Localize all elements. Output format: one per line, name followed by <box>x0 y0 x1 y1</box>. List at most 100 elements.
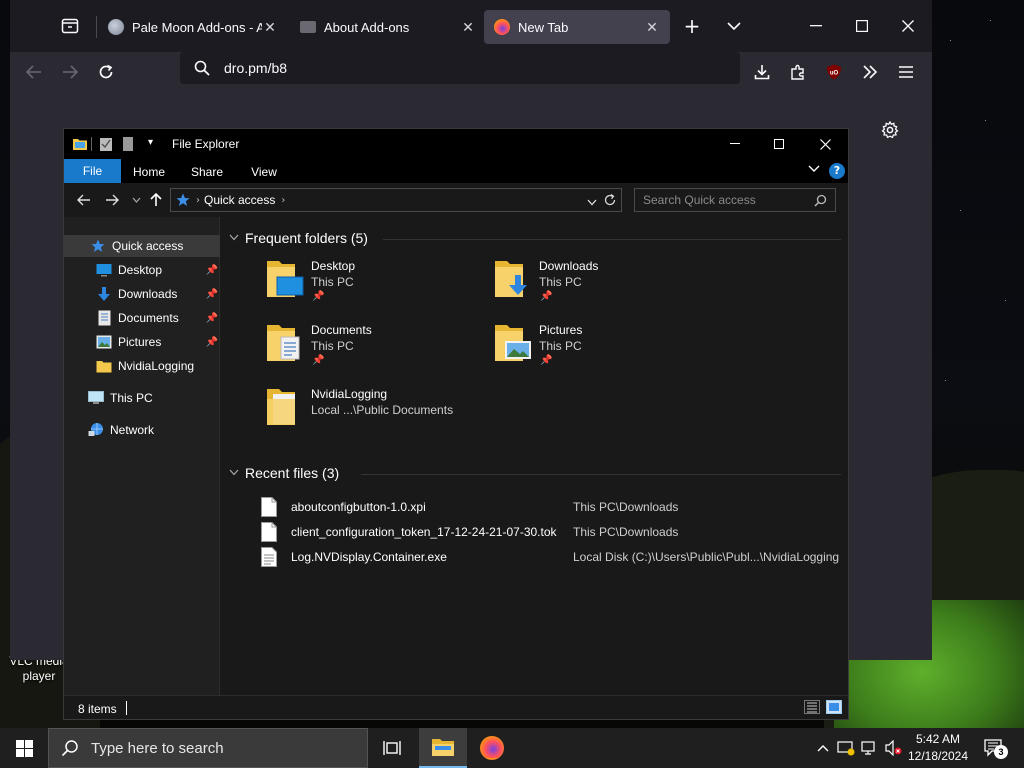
tab-new-tab[interactable]: New Tab ✕ <box>484 10 670 44</box>
taskbar-firefox[interactable] <box>468 728 516 768</box>
start-button[interactable] <box>0 728 48 768</box>
close-button[interactable] <box>802 129 848 159</box>
more-tools-button[interactable] <box>854 56 886 88</box>
nav-item-desktop[interactable]: Desktop 📌 <box>64 259 220 281</box>
extensions-button[interactable] <box>782 56 814 88</box>
maximize-button[interactable] <box>756 129 802 159</box>
new-folder-icon[interactable] <box>120 136 136 152</box>
ribbon-tab-file[interactable]: File <box>64 159 121 183</box>
search-icon <box>814 194 827 207</box>
reload-button[interactable] <box>90 56 122 88</box>
item-count: 8 items <box>78 702 117 716</box>
help-button[interactable]: ? <box>829 163 845 179</box>
ribbon-tab-home[interactable]: Home <box>126 161 172 183</box>
properties-icon[interactable] <box>98 136 114 152</box>
nav-item-documents[interactable]: Documents 📌 <box>64 307 220 329</box>
nav-item-this-pc[interactable]: This PC <box>64 387 220 409</box>
search-box[interactable]: Search Quick access <box>634 188 836 212</box>
close-tab-button[interactable]: ✕ <box>460 19 476 36</box>
pin-icon[interactable]: 📌 <box>206 289 218 300</box>
firefox-view-button[interactable] <box>58 16 82 36</box>
back-button[interactable] <box>18 56 50 88</box>
expand-ribbon-button[interactable] <box>808 163 820 176</box>
back-button[interactable] <box>74 191 94 209</box>
url-bar[interactable]: dro.pm/b8 <box>180 52 740 84</box>
taskbar-search-box[interactable]: Type here to search <box>48 728 368 768</box>
desktop-icon <box>96 262 112 278</box>
details-view-button[interactable] <box>804 700 820 714</box>
tab-about-addons[interactable]: About Add-ons ✕ <box>290 10 486 44</box>
clock-time: 5:42 AM <box>915 732 961 746</box>
downloads-folder-icon <box>495 261 527 297</box>
forward-button[interactable] <box>54 56 86 88</box>
address-bar[interactable]: › Quick access › <box>170 188 622 212</box>
file-explorer-icon <box>432 739 454 756</box>
tray-network-button[interactable] <box>860 738 880 758</box>
frequent-folder-pictures[interactable]: Pictures This PC 📌 <box>493 321 713 377</box>
details-view-icon <box>807 702 817 713</box>
frequent-folder-nvidialogging[interactable]: NvidiaLogging Local ...\Public Documents <box>265 385 485 441</box>
close-tab-button[interactable]: ✕ <box>262 19 278 36</box>
taskbar-clock[interactable]: 5:42 AM 12/18/2024 <box>900 731 976 765</box>
task-view-button[interactable] <box>368 728 416 768</box>
taskbar: Type here to search 5:42 AM 12/18/2024 3 <box>0 728 1024 768</box>
recent-file-row[interactable]: client_configuration_token_17-12-24-21-0… <box>261 520 851 544</box>
plus-icon: + <box>683 14 701 38</box>
close-tab-button[interactable]: ✕ <box>644 19 660 36</box>
recent-file-row[interactable]: aboutconfigbutton-1.0.xpi This PC\Downlo… <box>261 495 851 519</box>
taskbar-file-explorer[interactable] <box>419 728 467 768</box>
pin-icon[interactable]: 📌 <box>206 265 218 276</box>
star <box>960 210 961 211</box>
group-divider <box>361 474 841 475</box>
firefox-view-icon <box>61 18 79 34</box>
forward-button[interactable] <box>102 191 122 209</box>
arrow-up-icon <box>150 193 162 206</box>
breadcrumb-quick-access[interactable]: Quick access <box>204 193 275 207</box>
folder-name: Desktop <box>311 259 356 273</box>
file-name: client_configuration_token_17-12-24-21-0… <box>291 525 557 539</box>
pin-icon[interactable]: 📌 <box>206 313 218 324</box>
nav-item-downloads[interactable]: Downloads 📌 <box>64 283 220 305</box>
nav-item-quick-access[interactable]: Quick access <box>64 235 220 257</box>
address-dropdown[interactable] <box>587 195 597 209</box>
tray-defender-button[interactable] <box>836 738 856 758</box>
downloads-button[interactable] <box>746 56 778 88</box>
ribbon-tab-share[interactable]: Share <box>184 161 230 183</box>
file-name: aboutconfigbutton-1.0.xpi <box>291 500 426 514</box>
nav-item-nvidialogging[interactable]: NvidiaLogging <box>64 355 220 377</box>
frequent-folder-desktop[interactable]: Desktop This PC 📌 <box>265 257 485 313</box>
action-center-button[interactable]: 3 <box>980 736 1008 760</box>
frequent-folder-documents[interactable]: Documents This PC 📌 <box>265 321 485 377</box>
title-bar[interactable]: ▾ File Explorer <box>64 129 848 159</box>
ublock-origin-button[interactable]: uO <box>818 56 850 88</box>
up-button[interactable] <box>146 191 166 209</box>
customize-qat-dropdown-icon[interactable]: ▾ <box>148 137 153 148</box>
breadcrumb-separator-icon[interactable]: › <box>281 195 285 206</box>
frequent-folders-header[interactable]: Frequent folders (5) <box>229 230 368 246</box>
recent-files-header[interactable]: Recent files (3) <box>229 465 339 481</box>
ublock-shield-icon: uO <box>827 64 841 80</box>
frequent-folder-downloads[interactable]: Downloads This PC 📌 <box>493 257 713 313</box>
folder-name: NvidiaLogging <box>311 387 388 401</box>
minimize-button[interactable] <box>798 10 834 42</box>
star <box>945 380 946 381</box>
chevron-down-icon <box>229 233 239 244</box>
refresh-button[interactable] <box>603 193 617 210</box>
close-button[interactable] <box>890 10 926 42</box>
ribbon-tab-view[interactable]: View <box>242 161 286 183</box>
list-all-tabs-button[interactable] <box>722 14 746 38</box>
show-hidden-icons-button[interactable] <box>813 738 833 758</box>
recent-locations-dropdown[interactable] <box>126 191 146 209</box>
large-icons-view-button[interactable] <box>826 700 842 714</box>
minimize-button[interactable] <box>712 129 758 159</box>
nav-item-network[interactable]: Network <box>64 419 220 441</box>
nav-item-pictures[interactable]: Pictures 📌 <box>64 331 220 353</box>
customize-new-tab-button[interactable] <box>878 118 902 142</box>
pin-icon[interactable]: 📌 <box>206 337 218 348</box>
hamburger-menu-icon <box>899 66 913 78</box>
new-tab-button[interactable]: + <box>680 14 704 38</box>
recent-file-row[interactable]: Log.NVDisplay.Container.exe Local Disk (… <box>261 545 851 569</box>
menu-button[interactable] <box>890 56 922 88</box>
tab-pale-moon-addons[interactable]: Pale Moon Add-ons - Ab ✕ <box>98 10 288 44</box>
maximize-button[interactable] <box>844 10 880 42</box>
